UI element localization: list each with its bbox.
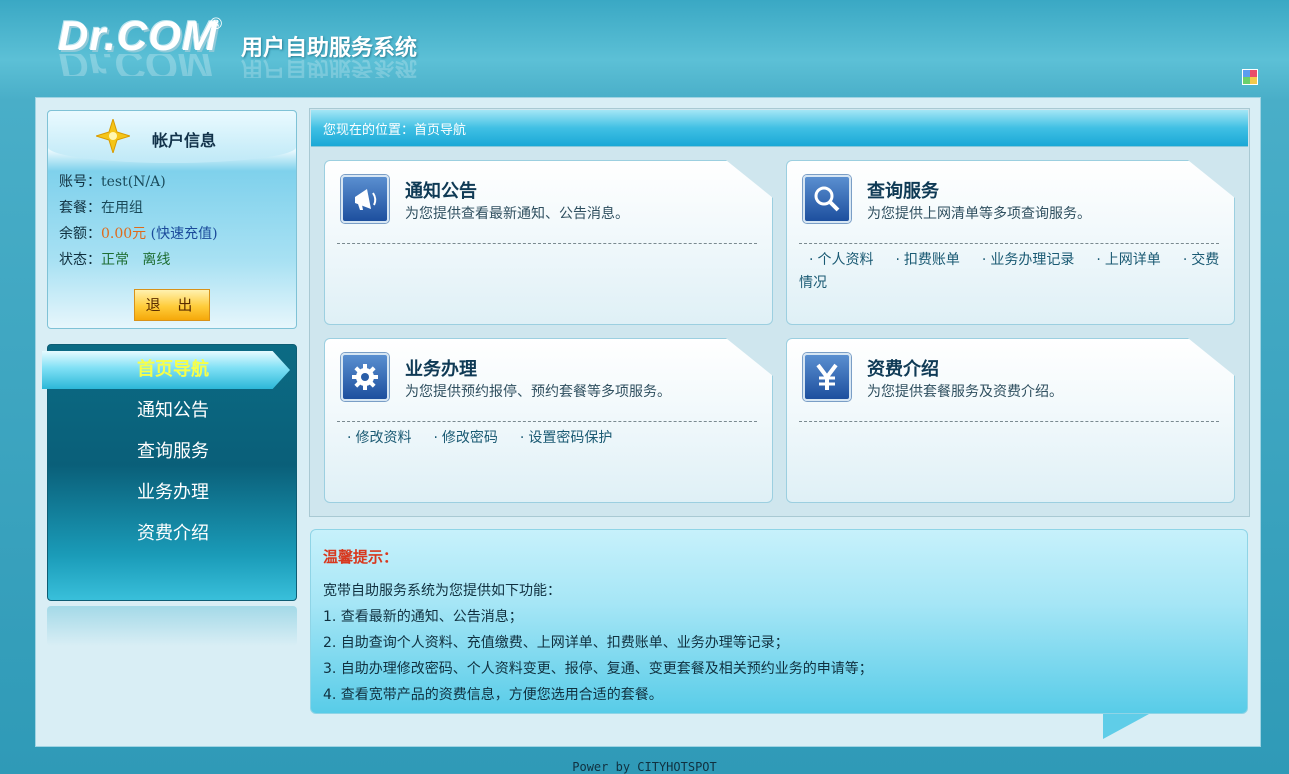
divider (337, 421, 757, 422)
account-info: 账号：test(N/A) 套餐：在用组 余额：0.00元 (快速充值) 状态：正… (59, 169, 218, 273)
nav-item-business[interactable]: 业务办理 (48, 475, 298, 511)
logo-text: Dr.COM (58, 12, 219, 59)
row-label: 余额： (59, 226, 101, 242)
breadcrumb: 您现在的位置：首页导航 (311, 110, 1248, 147)
nav-item-query[interactable]: 查询服务 (48, 434, 298, 470)
card-links: 个人资料扣费账单业务办理记录上网详单交费情况 (799, 249, 1224, 295)
tips-line: 1. 查看最新的通知、公告消息； (323, 609, 523, 625)
nav-item-home[interactable]: 首页导航 (48, 352, 298, 388)
account-row-package: 套餐：在用组 (59, 195, 218, 221)
online-status-value: 离线 (142, 252, 171, 268)
star-icon (96, 119, 130, 153)
link-online-details[interactable]: 上网详单 (1086, 252, 1160, 268)
card-tariff[interactable]: 资费介绍 为您提供套餐服务及资费介绍。 (786, 338, 1235, 503)
account-row-username: 账号：test(N/A) (59, 169, 218, 195)
breadcrumb-text: 您现在的位置：首页导航 (323, 123, 467, 138)
status-value: 正常 (101, 252, 129, 268)
main-frame: 帐户信息 账号：test(N/A) 套餐：在用组 余额：0.00元 (快速充值)… (35, 97, 1261, 747)
link-password-protection[interactable]: 设置密码保护 (510, 430, 612, 446)
card-business[interactable]: 业务办理 为您提供预约报停、预约套餐等多项服务。 修改资料修改密码设置密码保护 (324, 338, 773, 503)
row-label: 状态： (59, 252, 101, 268)
link-change-password[interactable]: 修改密码 (423, 430, 497, 446)
footer: Power by CITYHOTSPOT (572, 760, 717, 774)
gear-icon (341, 353, 389, 401)
card-title[interactable]: 业务办理 (405, 355, 477, 381)
card-title[interactable]: 通知公告 (405, 177, 477, 203)
header: Dr.COM ® Dr.COM 用户自助服务系统 用户自助服务系统 (0, 0, 1289, 97)
row-value: 在用组 (101, 200, 143, 216)
quick-recharge-link[interactable]: (快速充值) (151, 226, 218, 242)
tips-line: 3. 自助办理修改密码、个人资料变更、报停、复通、变更套餐及相关预约业务的申请等… (323, 661, 873, 677)
row-label: 账号： (59, 174, 101, 190)
card-description: 为您提供查看最新通知、公告消息。 (405, 206, 629, 222)
megaphone-icon (341, 175, 389, 223)
tips-line: 4. 查看宽带产品的资费信息，方便您选用合适的套餐。 (323, 687, 663, 703)
tips-panel: 温馨提示： 宽带自助服务系统为您提供如下功能： 1. 查看最新的通知、公告消息；… (310, 529, 1248, 739)
divider (799, 243, 1219, 244)
card-query[interactable]: 查询服务 为您提供上网清单等多项查询服务。 个人资料扣费账单业务办理记录上网详单… (786, 160, 1235, 325)
card-notices[interactable]: 通知公告 为您提供查看最新通知、公告消息。 (324, 160, 773, 325)
divider (799, 421, 1219, 422)
nav-item-tariff[interactable]: 资费介绍 (48, 516, 298, 552)
theme-icon[interactable] (1242, 69, 1258, 85)
logo: Dr.COM ® Dr.COM (58, 12, 224, 77)
nav-item-notices[interactable]: 通知公告 (48, 393, 298, 429)
card-description: 为您提供预约报停、预约套餐等多项服务。 (405, 384, 671, 400)
account-panel: 帐户信息 账号：test(N/A) 套餐：在用组 余额：0.00元 (快速充值)… (47, 110, 297, 329)
account-header: 帐户信息 (48, 111, 296, 163)
registered-mark: ® (208, 14, 224, 33)
speech-tail (1103, 714, 1149, 739)
tips-title: 温馨提示： (323, 548, 399, 566)
card-description: 为您提供上网清单等多项查询服务。 (867, 206, 1091, 222)
tips-line: 2. 自助查询个人资料、充值缴费、上网详单、扣费账单、业务办理等记录； (323, 635, 789, 651)
sidebar-nav: 首页导航 通知公告 查询服务 业务办理 资费介绍 (42, 344, 298, 601)
link-personal-info[interactable]: 个人资料 (799, 252, 873, 268)
row-value: test(N/A) (101, 174, 166, 190)
yen-icon (803, 353, 851, 401)
balance-value: 0.00元 (101, 226, 147, 242)
divider (337, 243, 757, 244)
account-row-balance: 余额：0.00元 (快速充值) (59, 221, 218, 247)
nav-reflection (47, 606, 297, 646)
account-title: 帐户信息 (152, 131, 217, 150)
account-row-status: 状态：正常 离线 (59, 247, 218, 273)
system-title-reflection: 用户自助服务系统 (241, 58, 418, 78)
card-title[interactable]: 资费介绍 (867, 355, 939, 381)
content-panel: 您现在的位置：首页导航 通知公告 为您提供查看最新通知、公告消息。 查询服务 为… (309, 108, 1250, 517)
link-billing[interactable]: 扣费账单 (885, 252, 959, 268)
link-business-records[interactable]: 业务办理记录 (972, 252, 1074, 268)
link-edit-profile[interactable]: 修改资料 (337, 430, 411, 446)
card-links: 修改资料修改密码设置密码保护 (337, 427, 762, 450)
card-title[interactable]: 查询服务 (867, 177, 939, 203)
magnifier-icon (803, 175, 851, 223)
tips-body: 宽带自助服务系统为您提供如下功能： 1. 查看最新的通知、公告消息； 2. 自助… (323, 578, 873, 708)
logo-reflection: Dr.COM (58, 54, 218, 76)
logout-button[interactable]: 退 出 (134, 289, 210, 321)
row-label: 套餐： (59, 200, 101, 216)
tips-line: 宽带自助服务系统为您提供如下功能： (323, 583, 561, 599)
card-description: 为您提供套餐服务及资费介绍。 (867, 384, 1063, 400)
